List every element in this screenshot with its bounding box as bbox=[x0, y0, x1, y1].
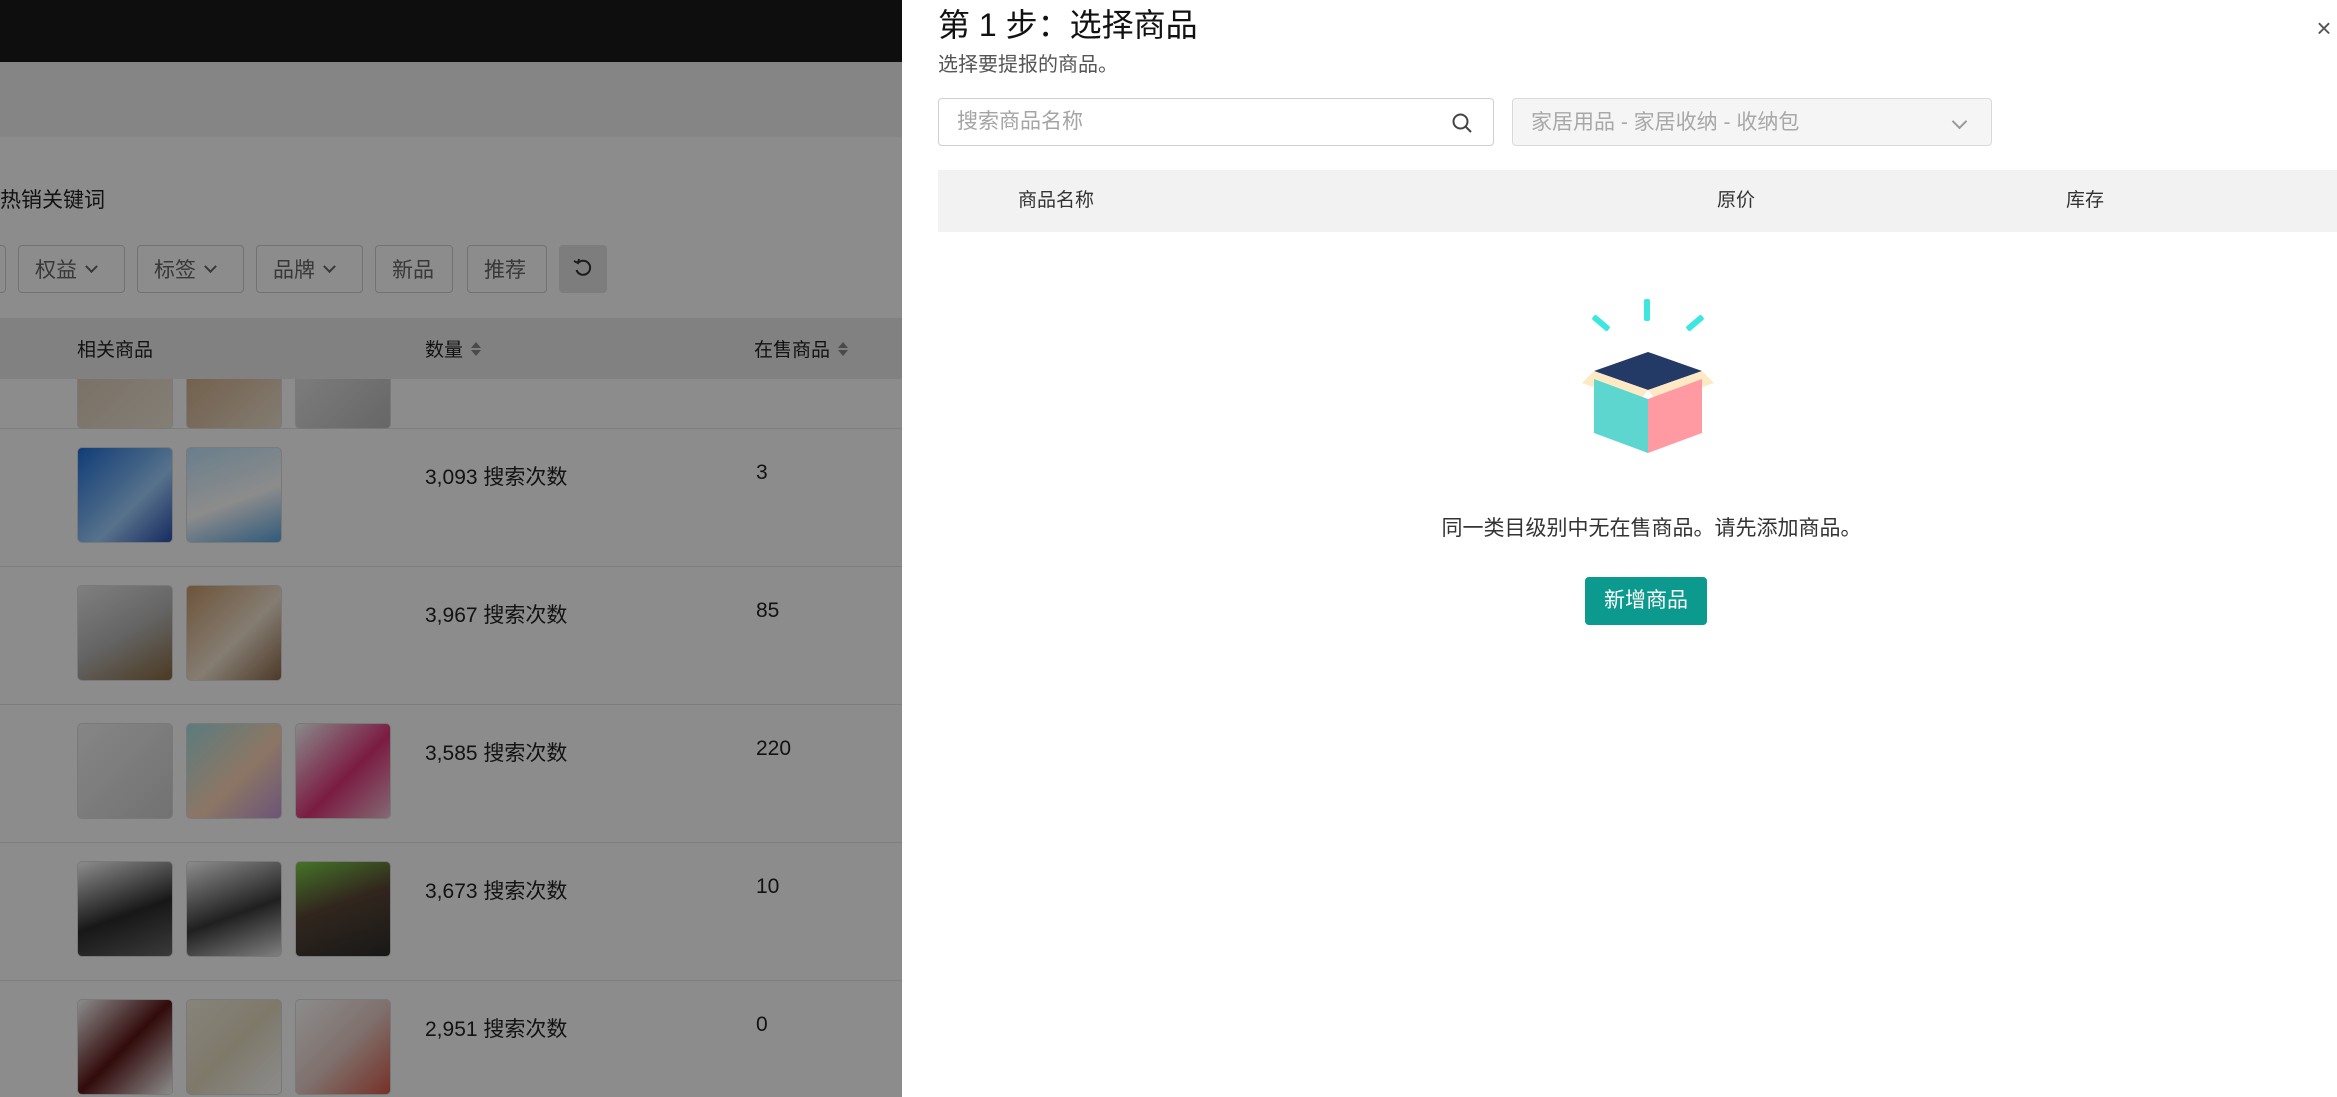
empty-state-message: 同一类目级别中无在售商品。请先添加商品。 bbox=[1441, 517, 1862, 540]
chevron-down-icon bbox=[1951, 113, 1968, 130]
column-header-name: 商品名称 bbox=[1018, 190, 1095, 211]
product-list-header: 商品名称 原价 库存 bbox=[938, 170, 2337, 232]
select-product-drawer: 第 1 步：选择商品 选择要提报的商品。 × 家居用品 - 家居收纳 - 收纳包… bbox=[902, 0, 2337, 1097]
category-select[interactable]: 家居用品 - 家居收纳 - 收纳包 bbox=[1512, 98, 1992, 146]
close-icon[interactable]: × bbox=[2316, 13, 2331, 43]
column-header-price: 原价 bbox=[1717, 190, 1756, 211]
empty-box-icon bbox=[1582, 299, 1714, 453]
add-product-button[interactable]: 新增商品 bbox=[1585, 577, 1707, 625]
close-button[interactable]: × bbox=[2311, 14, 2337, 42]
drawer-title: 第 1 步：选择商品 bbox=[938, 7, 1198, 43]
drawer-subtitle: 选择要提报的商品。 bbox=[938, 54, 1118, 76]
category-select-value: 家居用品 - 家居收纳 - 收纳包 bbox=[1531, 111, 1800, 134]
search-icon[interactable] bbox=[1451, 112, 1473, 134]
column-header-stock: 库存 bbox=[2066, 190, 2105, 211]
product-search-box[interactable] bbox=[938, 98, 1494, 146]
product-search-input[interactable] bbox=[939, 99, 1493, 145]
